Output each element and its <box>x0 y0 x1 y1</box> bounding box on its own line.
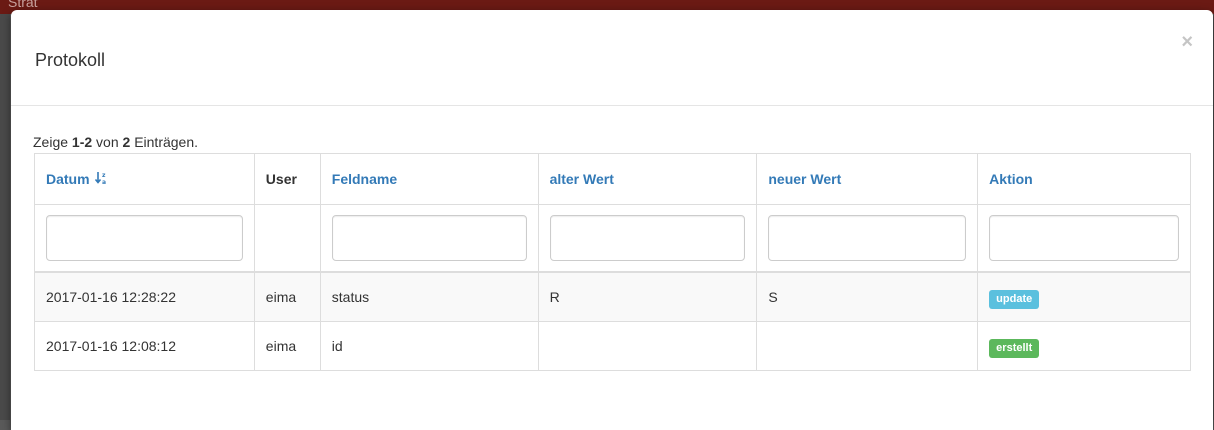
filter-aktion-input[interactable] <box>989 215 1179 261</box>
filter-datum-input[interactable] <box>46 215 243 261</box>
table-header-row: Datum z a User Feldname alter Wert neuer W… <box>34 153 1191 205</box>
aktion-badge-update: update <box>989 289 1040 309</box>
column-header-aktion[interactable]: Aktion <box>977 153 1191 205</box>
svg-text:z: z <box>102 172 106 179</box>
result-summary: Zeige 1-2 von 2 Einträgen. <box>33 134 199 150</box>
aktion-badge-erstellt: erstellt <box>989 338 1040 358</box>
cell-alter-wert <box>537 321 758 371</box>
cell-feldname: status <box>319 271 539 322</box>
protokoll-modal: Protokoll × Zeige 1-2 von 2 Einträgen. D… <box>11 10 1213 430</box>
filter-row <box>34 204 1191 273</box>
column-header-alter-wert[interactable]: alter Wert <box>537 153 758 205</box>
filter-neuer-wert-input[interactable] <box>768 215 967 261</box>
cell-user: eima <box>253 271 321 322</box>
filter-feldname-input[interactable] <box>331 215 527 261</box>
cell-alter-wert: R <box>537 271 758 322</box>
modal-title: Protokoll <box>35 50 106 70</box>
column-header-feldname[interactable]: Feldname <box>319 153 539 205</box>
cell-feldname: id <box>319 321 539 371</box>
cell-datum: 2017-01-16 12:28:22 <box>34 271 255 322</box>
cell-neuer-wert: S <box>756 271 979 322</box>
table-row: 2017-01-16 12:28:22 eima status R S upda… <box>34 271 1191 322</box>
column-header-user: User <box>253 153 321 205</box>
column-header-neuer-wert[interactable]: neuer Wert <box>756 153 979 205</box>
background-text: Strat <box>8 0 38 10</box>
cell-datum: 2017-01-16 12:08:12 <box>34 321 255 371</box>
column-header-datum[interactable]: Datum z a <box>34 153 255 205</box>
protokoll-table: Datum z a User Feldname alter Wert neuer W… <box>34 153 1191 371</box>
table-row: 2017-01-16 12:08:12 eima id erstellt <box>34 321 1191 371</box>
svg-text:a: a <box>102 179 106 186</box>
close-button[interactable]: × <box>1181 32 1193 52</box>
summary-range: 1-2 <box>71 134 93 150</box>
modal-header: Protokoll × <box>11 10 1213 106</box>
sort-alpha-asc-icon: za <box>94 171 107 187</box>
filter-alter-wert-input[interactable] <box>549 215 746 261</box>
background-left-edge <box>0 14 10 420</box>
cell-user: eima <box>253 321 321 371</box>
cell-neuer-wert <box>756 321 979 371</box>
